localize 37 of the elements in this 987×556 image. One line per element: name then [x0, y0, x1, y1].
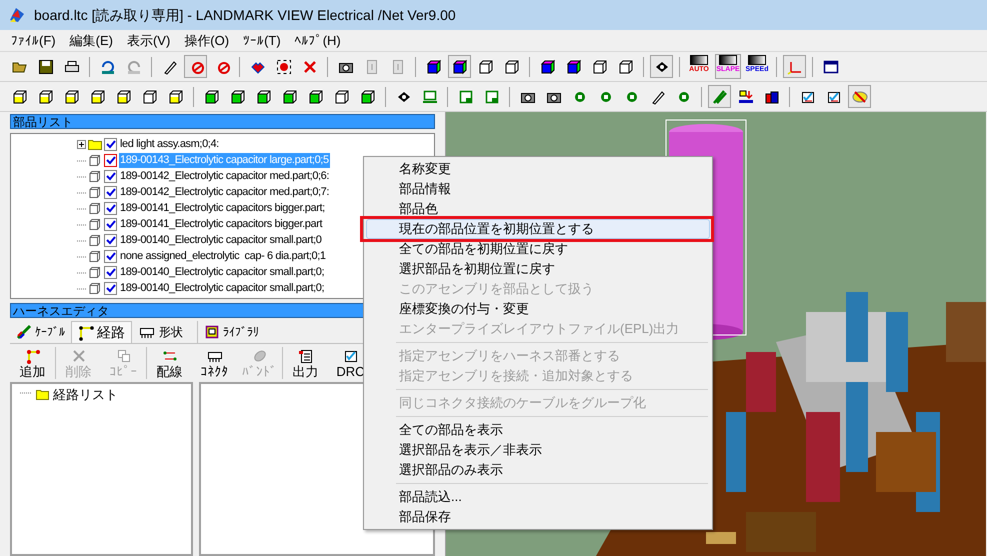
menu-item[interactable]: 選択部品を初期位置に戻す: [366, 259, 710, 279]
menu-item[interactable]: 部品読込...: [366, 487, 710, 507]
menu-item[interactable]: 操作(O): [177, 30, 236, 50]
tree-item[interactable]: 189-00140_Electrolytic capacitor small.part;0;: [119, 280, 326, 296]
tree-label[interactable]: 経路リスト: [53, 388, 118, 401]
menu-item[interactable]: 部品情報: [366, 179, 710, 199]
tree-item[interactable]: 189-00140_Electrolytic capacitor small.part;0: [119, 232, 323, 248]
menu-item[interactable]: ﾌｧｲﾙ(F): [4, 30, 63, 50]
tree-item[interactable]: led light assy.asm;0;4:: [119, 136, 220, 152]
tool-button[interactable]: 追加: [10, 345, 55, 381]
tab[interactable]: ｹｰﾌﾞﾙ: [10, 321, 71, 343]
tree-item[interactable]: 189-00141_Electrolytic capacitors bigger.part;: [119, 200, 326, 216]
tab[interactable]: ﾗｲﾌﾞﾗﾘ: [197, 321, 265, 343]
panel-title: 部品リスト: [10, 114, 435, 129]
tool-button[interactable]: 出力: [283, 345, 328, 381]
tab[interactable]: 経路: [71, 321, 132, 343]
window-title: board.ltc [読み取り専用] - LANDMARK VIEW Electrical /Net Ver9.00: [34, 6, 456, 25]
menu-item[interactable]: ﾂｰﾙ(T): [236, 30, 288, 50]
tree-item[interactable]: 189-00140_Electrolytic capacitor small.part;0;: [119, 264, 326, 280]
menu-item[interactable]: 名称変更: [366, 159, 710, 179]
menu-item[interactable]: 部品保存: [366, 507, 710, 527]
menu-item[interactable]: 選択部品のみ表示: [366, 460, 710, 480]
tree-item[interactable]: none assigned_electrolytic cap- 6 dia.part;0;1: [119, 248, 327, 264]
menu-item[interactable]: 部品色: [366, 199, 710, 219]
menu-item[interactable]: 全ての部品を初期位置に戻す: [366, 239, 710, 259]
tree-item[interactable]: 189-00141_Electrolytic capacitors bigger.part: [119, 216, 324, 232]
menu-item[interactable]: ﾍﾙﾌﾟ(H): [288, 30, 348, 50]
menu-item[interactable]: 全ての部品を表示: [366, 420, 710, 440]
menu-item[interactable]: 選択部品を表示／非表示: [366, 440, 710, 460]
menu-item[interactable]: 表示(V): [120, 30, 178, 50]
menu-item[interactable]: 現在の部品位置を初期位置とする: [366, 219, 710, 239]
tree-item[interactable]: 189-00142_Electrolytic capacitor med.part;0;6:: [119, 168, 330, 184]
tree-item[interactable]: 189-00142_Electrolytic capacitor med.part;0;7:: [119, 184, 330, 200]
tool-button[interactable]: ｺﾈｸﾀ: [192, 345, 237, 381]
tab[interactable]: 形状: [132, 321, 189, 343]
menu-item[interactable]: 編集(E): [62, 30, 120, 50]
tool-button[interactable]: 配線: [147, 345, 192, 381]
